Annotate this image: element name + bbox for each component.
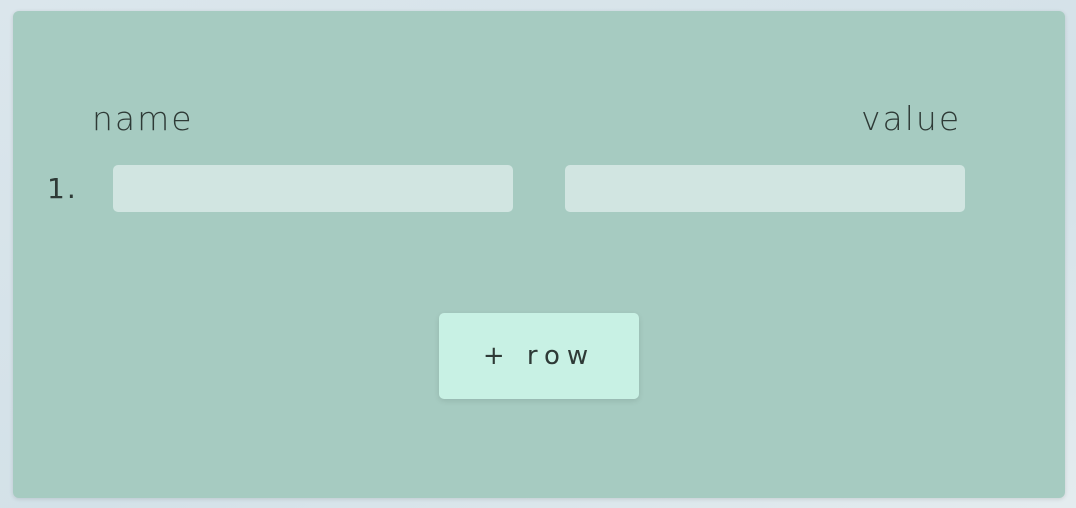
key-value-panel [13,11,1065,498]
column-header-value: value [861,99,962,138]
add-row-button[interactable]: + row [439,313,639,399]
value-input[interactable] [565,165,965,212]
name-input[interactable] [113,165,513,212]
row-index-label: 1. [47,172,78,205]
column-header-name: name [92,99,194,138]
